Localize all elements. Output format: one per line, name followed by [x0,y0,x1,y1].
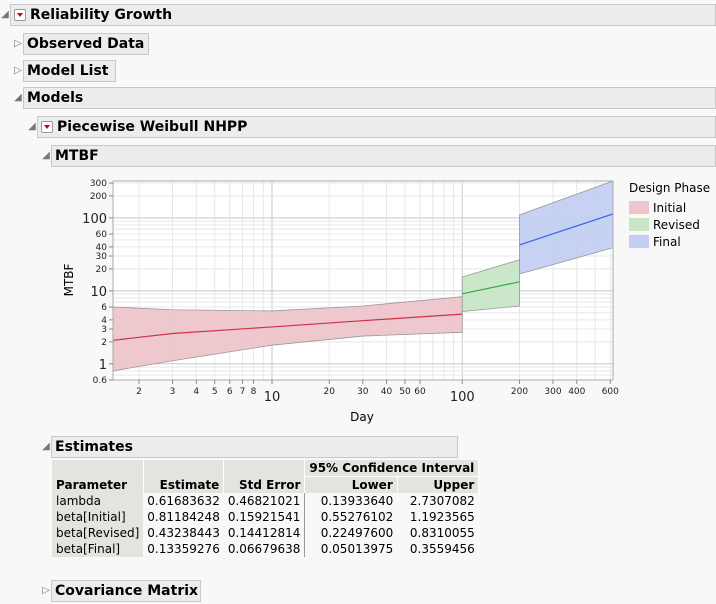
legend: Design Phase Initial Revised Final [629,181,710,250]
x-tick-label: 50 [399,387,411,397]
table-row: beta[Revised] 0.43238443 0.14412814 0.22… [52,525,479,541]
header-spacer [143,460,225,477]
x-tick-label: 10 [264,390,281,405]
y-tick-label: 60 [96,230,108,240]
cell-parameter: beta[Final] [52,541,144,557]
header-spacer [52,460,144,477]
cell-estimate: 0.13359276 [147,542,220,556]
legend-title: Design Phase [629,181,711,195]
x-tick-label: 40 [381,387,393,397]
legend-label: Initial [653,200,687,215]
cell-parameter: lambda [52,493,144,509]
cell-std-error: 0.06679638 [223,541,306,557]
y-tick-label: 6 [101,303,107,313]
y-tick-label: 2 [101,338,107,348]
estimates-table: 95% Confidence Interval Parameter Estima… [52,460,480,557]
y-tick-label: 100 [82,212,107,227]
x-axis-label: Day [350,410,374,424]
cell-lower: 0.05013975 [320,542,394,556]
col-std-error: Std Error [223,476,306,493]
y-tick-label: 3 [101,325,107,335]
col-estimate: Estimate [143,476,225,493]
cell-lower: 0.22497600 [320,526,394,540]
estimates-header[interactable]: Estimates [51,436,458,458]
x-tick-label: 400 [568,387,585,397]
y-tick-label: 0.6 [93,376,108,386]
y-tick-label: 1 [99,358,107,373]
cell-lower: 0.55276102 [320,510,394,524]
x-tick-label: 60 [414,387,426,397]
table-row: beta[Initial] 0.81184248 0.15921541 0.55… [52,509,479,525]
x-tick-label: 4 [193,387,199,397]
ci-group-header: 95% Confidence Interval [304,460,480,477]
table-row: lambda 0.61683632 0.46821021 0.13933640 … [52,493,479,509]
cell-estimate: 0.61683632 [147,494,220,508]
y-tick-label: 10 [90,285,107,300]
legend-item-initial[interactable]: Initial [629,199,710,216]
legend-swatch [629,218,649,231]
cell-parameter: beta[Revised] [52,525,144,541]
x-tick-label: 300 [544,387,561,397]
col-upper: Upper [397,476,480,493]
legend-swatch [629,201,649,214]
y-tick-label: 300 [90,179,107,189]
legend-swatch [629,235,649,248]
x-tick-label: 20 [324,387,336,397]
x-tick-label: 5 [212,387,218,397]
cell-upper: 0.3559456 [409,542,475,556]
y-tick-label: 20 [96,265,108,275]
x-axis: 2 3 4 5 6 7 8 10 20 30 40 50 60 100 200 300 400 600 [136,380,619,405]
covariance-matrix-header[interactable]: Covariance Matrix [51,580,201,602]
header-spacer [223,460,306,477]
x-tick-label: 8 [251,387,257,397]
covariance-label: Covariance Matrix [55,583,199,599]
cell-estimate: 0.43238443 [147,526,220,540]
x-tick-label: 600 [602,387,619,397]
col-parameter: Parameter [52,476,144,493]
y-tick-label: 40 [96,243,108,253]
col-lower: Lower [304,476,398,493]
y-tick-label: 200 [90,192,107,202]
cell-std-error: 0.15921541 [223,509,306,525]
x-tick-label: 100 [450,390,475,405]
x-tick-label: 6 [227,387,233,397]
x-tick-label: 2 [136,387,142,397]
expand-icon[interactable]: ▷ [41,580,51,602]
cell-parameter: beta[Initial] [52,509,144,525]
legend-label: Final [653,234,681,249]
legend-item-revised[interactable]: Revised [629,216,710,233]
table-row: beta[Final] 0.13359276 0.06679638 0.0501… [52,541,479,557]
y-axis: 0.6 1 2 34 6 10 20 3040 60 100 200 300 [82,179,113,386]
estimates-label: Estimates [55,439,133,455]
x-tick-label: 7 [240,387,246,397]
x-tick-label: 3 [170,387,176,397]
cell-upper: 2.7307082 [409,494,475,508]
x-tick-label: 30 [357,387,369,397]
legend-item-final[interactable]: Final [629,233,710,250]
y-tick-label: 30 [96,252,108,262]
y-tick-label: 4 [101,316,107,326]
x-tick-label: 200 [511,387,528,397]
cell-std-error: 0.14412814 [223,525,306,541]
cell-upper: 0.8310055 [409,526,475,540]
cell-std-error: 0.46821021 [223,493,306,509]
mtbf-chart: 2 3 4 5 6 7 8 10 20 30 40 50 60 100 200 300 400 600 0.612… [62,179,619,424]
collapse-icon[interactable]: ◢ [41,436,51,458]
legend-label: Revised [653,217,700,232]
cell-upper: 1.1923565 [409,510,475,524]
cell-lower: 0.13933640 [320,494,394,508]
cell-estimate: 0.81184248 [147,510,220,524]
y-axis-label: MTBF [62,263,76,296]
